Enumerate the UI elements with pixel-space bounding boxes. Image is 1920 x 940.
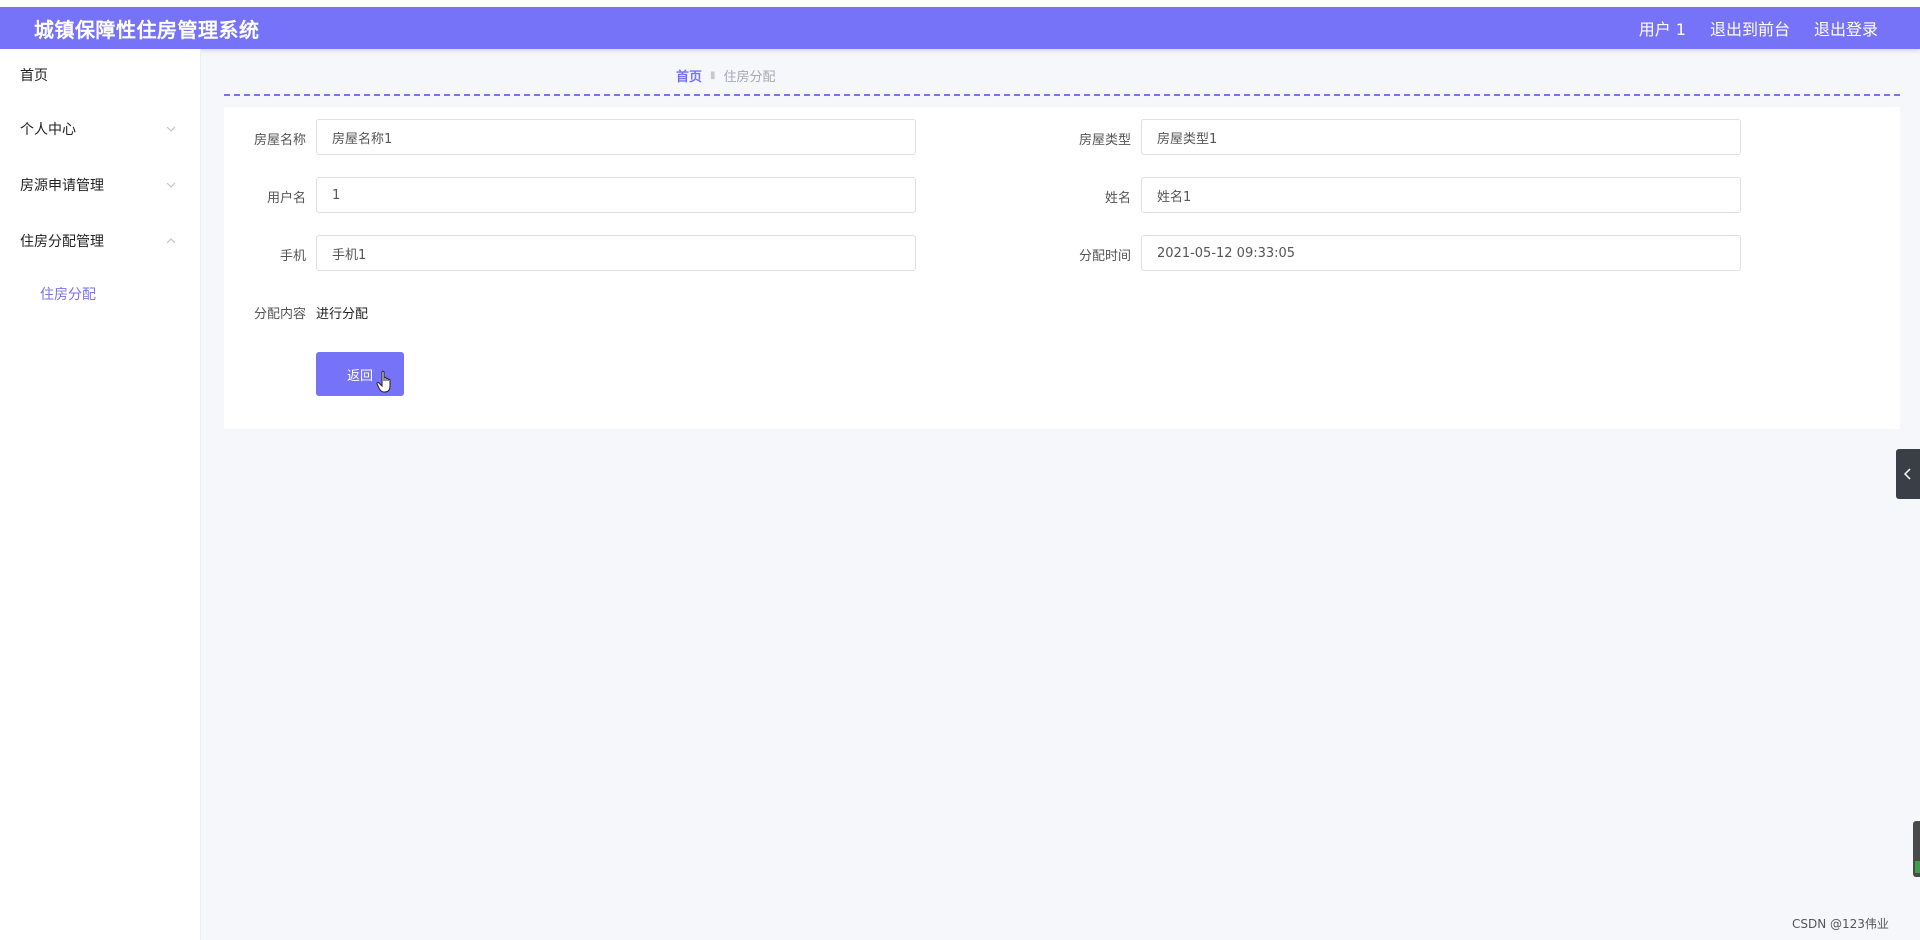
phone-field[interactable]: 手机1 <box>316 235 916 271</box>
sidebar-item-personal-center[interactable]: 个人中心 <box>0 101 200 157</box>
logout-link[interactable]: 退出登录 <box>1814 16 1878 40</box>
name-label: 姓名 <box>1104 191 1131 206</box>
sidebar-subitem-housing-allocation[interactable]: 住房分配 <box>0 269 200 319</box>
collapse-panel-button[interactable] <box>1896 449 1920 499</box>
chevron-left-icon <box>1903 468 1911 480</box>
username-label: 用户名 <box>266 191 306 206</box>
username-field[interactable]: 1 <box>316 177 916 213</box>
house-type-field[interactable]: 房屋类型1 <box>1141 119 1741 155</box>
hand-cursor-icon <box>376 370 391 393</box>
sidebar: 首页 个人中心 房源申请管理 住房分配管理 住房分配 <box>0 49 201 940</box>
detail-form: 房屋名称 房屋名称1 房屋类型 房屋类型1 用户名 1 姓名 姓名1 手机 手机… <box>224 107 1900 429</box>
chevron-down-icon <box>166 182 176 188</box>
chevron-up-icon <box>166 238 176 244</box>
phone-label: 手机 <box>279 249 306 264</box>
top-header: 城镇保障性住房管理系统 用户 1 退出到前台 退出登录 <box>0 7 1920 49</box>
exit-front-link[interactable]: 退出到前台 <box>1710 16 1790 40</box>
dashed-divider <box>224 94 1900 96</box>
assign-time-field[interactable]: 2021-05-12 09:33:05 <box>1141 235 1741 271</box>
chevron-down-icon <box>166 126 176 132</box>
sidebar-item-label: 住房分配管理 <box>20 234 104 250</box>
content-value: 进行分配 <box>316 307 369 322</box>
sidebar-item-label: 房源申请管理 <box>20 178 104 194</box>
content-label: 分配内容 <box>253 307 306 322</box>
house-name-label: 房屋名称 <box>253 133 306 148</box>
sidebar-item-label: 首页 <box>20 68 48 84</box>
watermark: CSDN @123伟业 <box>1792 917 1889 931</box>
app-title: 城镇保障性住房管理系统 <box>34 17 260 42</box>
breadcrumb-home[interactable]: 首页 <box>676 66 702 85</box>
house-type-label: 房屋类型 <box>1078 133 1131 148</box>
name-field[interactable]: 姓名1 <box>1141 177 1741 213</box>
breadcrumb-separator-icon: ▮ <box>710 70 716 81</box>
sidebar-item-housing-application[interactable]: 房源申请管理 <box>0 157 200 213</box>
sidebar-item-home[interactable]: 首页 <box>0 49 200 101</box>
breadcrumb: 首页 ▮ 住房分配 <box>676 66 776 85</box>
breadcrumb-current: 住房分配 <box>723 70 776 85</box>
scrollbar-handle[interactable] <box>1913 821 1920 877</box>
user-name[interactable]: 用户 1 <box>1639 16 1686 40</box>
header-actions: 用户 1 退出到前台 退出登录 <box>1639 16 1878 40</box>
sidebar-item-label: 个人中心 <box>20 122 76 138</box>
sidebar-item-housing-allocation[interactable]: 住房分配管理 <box>0 213 200 269</box>
house-name-field[interactable]: 房屋名称1 <box>316 119 916 155</box>
assign-time-label: 分配时间 <box>1078 249 1131 264</box>
